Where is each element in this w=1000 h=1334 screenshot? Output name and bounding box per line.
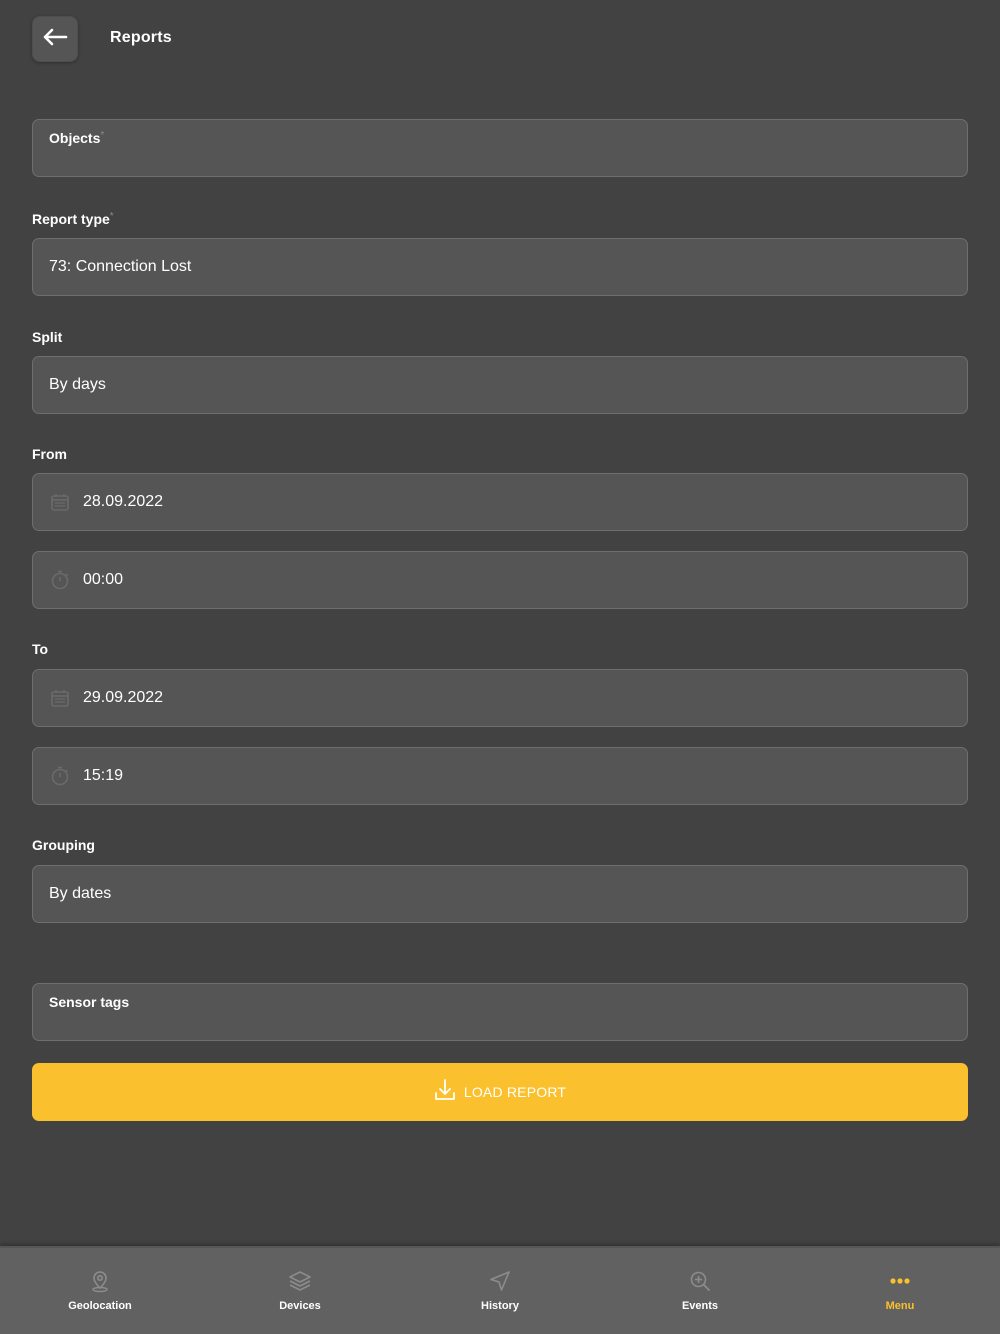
sensor-tags-field[interactable]: Sensor tags (32, 983, 968, 1041)
nav-label-history: History (481, 1300, 519, 1312)
grouping-label: Grouping (32, 837, 95, 853)
nav-item-geolocation[interactable]: Geolocation (0, 1248, 200, 1334)
nav-label-devices: Devices (279, 1300, 321, 1312)
from-time-value: 00:00 (83, 571, 124, 588)
download-icon (434, 1078, 456, 1107)
page-title: Reports (110, 29, 172, 46)
objects-label: Objects* (49, 130, 105, 146)
report-type-value: 73: Connection Lost (49, 258, 192, 275)
zoom-in-icon (687, 1268, 713, 1294)
to-time-field[interactable]: 15:19 (32, 747, 968, 805)
back-button[interactable] (32, 16, 78, 62)
grouping-value: By dates (49, 885, 112, 902)
nav-label-events: Events (681, 1300, 719, 1312)
location-pin-icon (87, 1268, 113, 1294)
nav-item-devices[interactable]: Devices (200, 1248, 400, 1334)
nav-item-history[interactable]: History (400, 1248, 600, 1334)
split-value: By days (49, 376, 106, 393)
sensor-tags-label: Sensor tags (49, 994, 130, 1010)
to-time-value: 15:19 (83, 767, 124, 784)
timer-icon (49, 569, 71, 591)
arrow-left-icon (42, 28, 68, 51)
from-date-value: 28.09.2022 (83, 493, 164, 510)
nav-item-events[interactable]: Events (600, 1248, 800, 1334)
layers-icon (287, 1268, 313, 1294)
report-type-select[interactable]: 73: Connection Lost (32, 238, 968, 296)
more-dots-icon (887, 1268, 913, 1294)
grouping-select[interactable]: By dates (32, 865, 968, 923)
nav-label-geolocation: Geolocation (68, 1300, 132, 1312)
nav-label-menu: Menu (885, 1300, 915, 1312)
to-label: To (32, 641, 49, 657)
objects-field[interactable]: Objects* (32, 119, 968, 177)
load-report-button[interactable]: LOAD REPORT (32, 1063, 968, 1121)
nav-item-menu[interactable]: Menu (800, 1248, 1000, 1334)
report-type-label: Report type* (32, 211, 114, 227)
navigation-arrow-icon (487, 1268, 513, 1294)
from-time-field[interactable]: 00:00 (32, 551, 968, 609)
bottom-nav: Geolocation Devices History Events Menu (0, 1246, 1000, 1334)
calendar-icon (49, 491, 71, 513)
load-report-label: LOAD REPORT (463, 1084, 567, 1100)
to-date-field[interactable]: 29.09.2022 (32, 669, 968, 727)
split-select[interactable]: By days (32, 356, 968, 414)
from-label: From (32, 446, 67, 462)
to-date-value: 29.09.2022 (83, 689, 164, 706)
calendar-icon (49, 687, 71, 709)
split-label: Split (32, 329, 63, 345)
timer-icon (49, 765, 71, 787)
from-date-field[interactable]: 28.09.2022 (32, 473, 968, 531)
header: Reports (0, 0, 1000, 80)
